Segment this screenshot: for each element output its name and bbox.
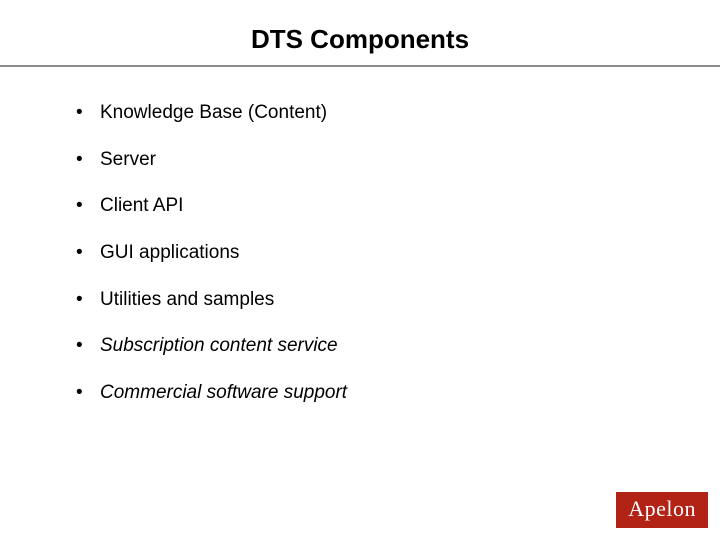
list-item: Commercial software support	[72, 381, 660, 406]
content-area: Knowledge Base (Content) Server Client A…	[0, 67, 720, 406]
list-item-text: Client API	[100, 195, 183, 216]
logo: Apelon	[616, 492, 708, 528]
list-item-text: Commercial software support	[100, 382, 347, 403]
list-item-text: Knowledge Base (Content)	[100, 102, 327, 123]
slide-title: DTS Components	[0, 0, 720, 65]
list-item: Subscription content service	[72, 334, 660, 359]
bullet-list: Knowledge Base (Content) Server Client A…	[72, 101, 660, 406]
list-item: Server	[72, 148, 660, 173]
list-item-text: Subscription content service	[100, 335, 338, 356]
list-item: GUI applications	[72, 241, 660, 266]
list-item: Knowledge Base (Content)	[72, 101, 660, 126]
list-item-text: Server	[100, 149, 156, 170]
list-item: Client API	[72, 194, 660, 219]
list-item: Utilities and samples	[72, 288, 660, 313]
list-item-text: GUI applications	[100, 242, 239, 263]
list-item-text: Utilities and samples	[100, 289, 274, 310]
